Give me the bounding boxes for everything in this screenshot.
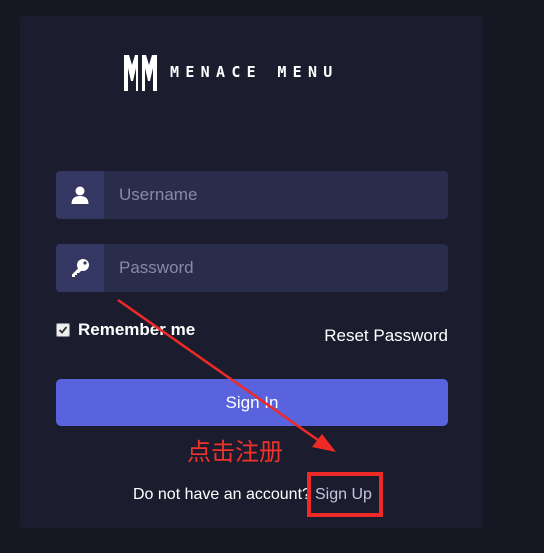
reset-password-link[interactable]: Reset Password — [324, 326, 448, 346]
sign-in-button[interactable]: Sign In — [56, 379, 448, 426]
remember-me-row[interactable]: Remember me — [56, 320, 195, 340]
password-field[interactable] — [56, 244, 448, 292]
remember-me-label: Remember me — [78, 320, 196, 339]
password-input[interactable] — [104, 244, 448, 292]
key-icon — [56, 244, 104, 292]
username-input[interactable] — [104, 171, 448, 219]
annotation-text: 点击注册 — [187, 438, 283, 466]
no-account-text: Do not have an account? — [133, 486, 311, 503]
remember-me-checkbox[interactable] — [56, 323, 70, 337]
brand-name: MENACE MENU — [170, 63, 339, 81]
user-icon — [56, 171, 104, 219]
username-field[interactable] — [56, 171, 448, 219]
menace-menu-logo-mark — [124, 54, 157, 92]
annotation-highlight-box — [307, 472, 383, 517]
